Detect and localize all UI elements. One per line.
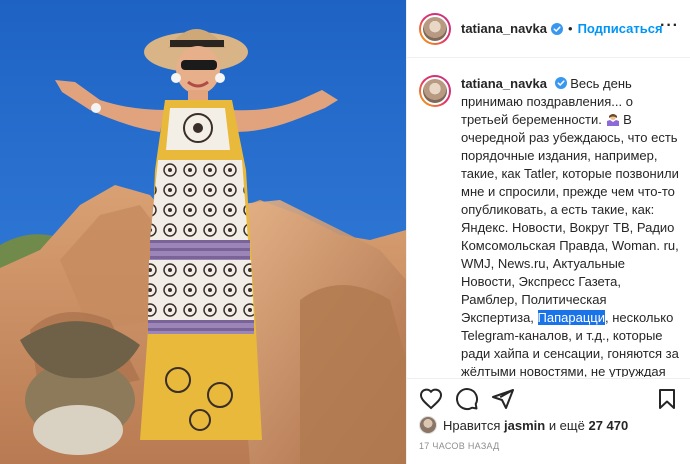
- post-timestamp[interactable]: 17 часов назад: [419, 441, 500, 451]
- bookmark-icon[interactable]: [655, 387, 679, 411]
- author-avatar-image: [421, 14, 449, 43]
- more-horizontal-icon[interactable]: ···: [660, 18, 679, 34]
- caption-highlighted-text: Папарацци: [537, 310, 606, 325]
- comments-area: tatiana_navka Весь день принимаю поздрав…: [407, 59, 690, 377]
- post-sidebar: tatiana_navka • Подписаться ··· tatiana_…: [406, 0, 690, 464]
- liker-avatar[interactable]: [419, 416, 437, 434]
- caption-username[interactable]: tatiana_navka: [461, 76, 547, 91]
- action-bar: [407, 378, 690, 418]
- post-caption: tatiana_navka Весь день принимаю поздрав…: [461, 75, 679, 377]
- likes-line: Нравится jasmin и ещё 27 470: [419, 416, 628, 434]
- heart-icon[interactable]: [419, 387, 443, 411]
- post-photo[interactable]: [0, 0, 406, 464]
- share-icon[interactable]: [491, 387, 515, 411]
- shrug-emoji-icon: [606, 114, 619, 126]
- author-avatar[interactable]: [419, 12, 451, 45]
- follow-button[interactable]: Подписаться: [578, 21, 663, 36]
- likes-prefix: Нравится: [443, 417, 501, 433]
- post-image: [0, 0, 406, 464]
- verified-badge-icon: [554, 77, 567, 89]
- caption-author-avatar[interactable]: [419, 75, 451, 107]
- caption-text-middle: В очередной раз убеждаюсь, что есть поря…: [461, 112, 679, 325]
- author-username[interactable]: tatiana_navka: [461, 21, 547, 36]
- likes-connector: и ещё: [548, 417, 585, 433]
- caption-author-avatar-image: [421, 77, 449, 105]
- verified-badge-icon: [551, 22, 563, 35]
- separator-dot: •: [568, 21, 573, 36]
- likes-count[interactable]: 27 470: [588, 418, 628, 433]
- comment-icon[interactable]: [455, 387, 479, 411]
- post-header: tatiana_navka • Подписаться ···: [407, 0, 690, 58]
- liker-username[interactable]: jasmin: [504, 418, 545, 433]
